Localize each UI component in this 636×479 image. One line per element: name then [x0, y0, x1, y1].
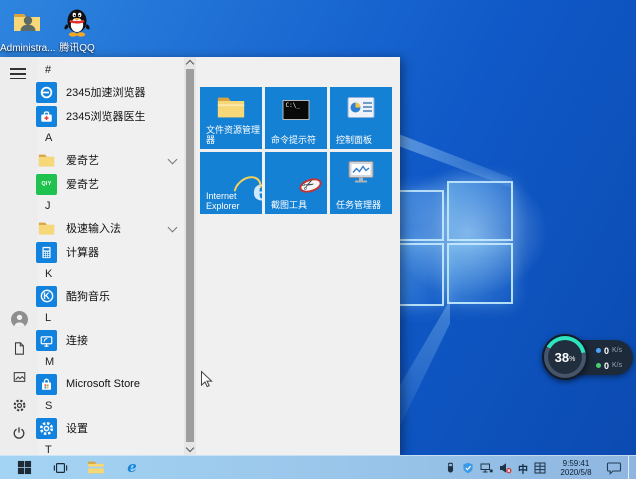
section-header[interactable]: M: [36, 352, 184, 372]
app-kugou-music[interactable]: K 酷狗音乐: [36, 284, 184, 308]
chevron-down-icon[interactable]: [167, 154, 178, 165]
upload-speed-row: 0 K/s: [596, 343, 622, 358]
task-manager-icon: [347, 160, 375, 190]
tile-task-manager[interactable]: 任务管理器: [330, 152, 392, 214]
file-explorer-button[interactable]: [78, 456, 114, 479]
connect-icon: [36, 329, 57, 351]
app-folder-iqiyi[interactable]: 爱奇艺: [36, 148, 184, 172]
section-header[interactable]: A: [36, 128, 184, 148]
app-connect[interactable]: 连接: [36, 328, 184, 352]
control-panel-icon: [347, 97, 375, 124]
desktop-icon-label: 腾讯QQ: [59, 43, 95, 54]
upload-dot-icon: [596, 348, 601, 353]
ime-chinese-indicator[interactable]: 中: [518, 461, 528, 476]
scroll-up-icon[interactable]: [185, 59, 195, 69]
folder-icon: [36, 218, 57, 239]
chevron-down-icon[interactable]: [167, 222, 178, 233]
scrollbar-thumb[interactable]: [186, 69, 194, 442]
file-explorer-icon: [216, 95, 246, 126]
app-calculator[interactable]: 计算器: [36, 240, 184, 264]
start-button[interactable]: [6, 456, 42, 479]
windows-desktop: Administra... 腾讯QQ # 2345加速浏览器 2345浏览器医生…: [0, 0, 636, 479]
desktop-icon-qq[interactable]: 腾讯QQ: [50, 6, 104, 54]
windows-logo-pane: [447, 243, 513, 304]
desktop-icon-label: Administra...: [0, 43, 56, 54]
windows-logo-pane: [447, 181, 513, 241]
iqiyi-icon: QIY: [36, 173, 57, 195]
usb-icon[interactable]: [445, 462, 456, 474]
browser-2345-icon: [36, 81, 57, 103]
start-list-scrollbar[interactable]: [184, 57, 196, 455]
tile-control-panel[interactable]: 控制面板: [330, 87, 392, 149]
download-dot-icon: [596, 363, 601, 368]
section-header[interactable]: #: [36, 60, 184, 80]
taskbar: e 中 9:59:41 2020/5/8: [0, 455, 636, 479]
app-2345-speed-browser[interactable]: 2345加速浏览器: [36, 80, 184, 104]
admin-folder-icon: [0, 6, 54, 41]
clock-time: 9:59:41: [562, 459, 590, 468]
tile-snipping-tool[interactable]: ✂ 截图工具: [265, 152, 327, 214]
taskbar-clock[interactable]: 9:59:41 2020/5/8: [552, 459, 600, 477]
scroll-down-icon[interactable]: [185, 443, 195, 453]
start-menu-rail: [0, 57, 38, 455]
windows-logo-icon: [17, 460, 31, 475]
settings-gear-icon: [36, 417, 57, 439]
start-menu: # 2345加速浏览器 2345浏览器医生 A 爱奇艺 QIY 爱奇艺 J 极速…: [0, 57, 400, 455]
download-speed-row: 0 K/s: [596, 358, 622, 373]
start-tiles: 文件资源管理器 C:\_ 命令提示符 控制面板 e Internet Explo…: [200, 87, 392, 214]
section-header[interactable]: K: [36, 264, 184, 284]
speed-monitor-widget[interactable]: 0 K/s 0 K/s 38 %: [542, 334, 636, 382]
doctor-2345-icon: [36, 105, 57, 127]
power-icon[interactable]: [10, 424, 28, 442]
section-header[interactable]: L: [36, 308, 184, 328]
security-shield-icon[interactable]: [462, 462, 474, 474]
light-beam: [396, 133, 512, 188]
settings-gear-icon[interactable]: [10, 396, 28, 414]
ms-store-icon: [36, 373, 57, 395]
network-monitor-icon[interactable]: [480, 462, 493, 474]
kugou-icon: K: [36, 285, 57, 307]
calculator-icon: [36, 241, 57, 263]
pictures-icon[interactable]: [10, 368, 28, 386]
clock-date: 2020/5/8: [560, 468, 592, 477]
show-desktop-button[interactable]: [628, 456, 634, 479]
system-tray: 中 9:59:41 2020/5/8: [445, 456, 636, 479]
tile-internet-explorer[interactable]: e Internet Explorer: [200, 152, 262, 214]
section-header[interactable]: T: [36, 440, 184, 453]
hamburger-icon[interactable]: [10, 68, 26, 80]
volume-muted-icon[interactable]: [499, 462, 512, 474]
internet-explorer-icon: e: [127, 458, 137, 476]
app-2345-browser-doctor[interactable]: 2345浏览器医生: [36, 104, 184, 128]
qq-penguin-icon: [50, 6, 104, 41]
light-beam: [398, 300, 450, 430]
section-header[interactable]: J: [36, 196, 184, 216]
app-microsoft-store[interactable]: Microsoft Store: [36, 372, 184, 396]
document-icon[interactable]: [10, 339, 28, 357]
app-folder-jisu-ime[interactable]: 极速输入法: [36, 216, 184, 240]
folder-icon: [36, 150, 57, 171]
action-center-icon[interactable]: [606, 461, 622, 475]
ime-layout-icon[interactable]: [534, 462, 546, 474]
start-app-list: # 2345加速浏览器 2345浏览器医生 A 爱奇艺 QIY 爱奇艺 J 极速…: [36, 60, 184, 453]
tile-command-prompt[interactable]: C:\_ 命令提示符: [265, 87, 327, 149]
internet-explorer-button[interactable]: e: [114, 456, 150, 479]
section-header[interactable]: S: [36, 396, 184, 416]
command-prompt-icon: C:\_: [282, 100, 310, 120]
user-avatar-icon[interactable]: [10, 310, 28, 328]
memory-percent-ball[interactable]: 38 %: [542, 334, 588, 380]
tile-file-explorer[interactable]: 文件资源管理器: [200, 87, 262, 149]
task-view-icon: [53, 462, 67, 473]
app-iqiyi[interactable]: QIY 爱奇艺: [36, 172, 184, 196]
app-settings[interactable]: 设置: [36, 416, 184, 440]
desktop-icon-administrator[interactable]: Administra...: [0, 6, 56, 54]
folder-icon: [88, 461, 104, 474]
task-view-button[interactable]: [42, 456, 78, 479]
